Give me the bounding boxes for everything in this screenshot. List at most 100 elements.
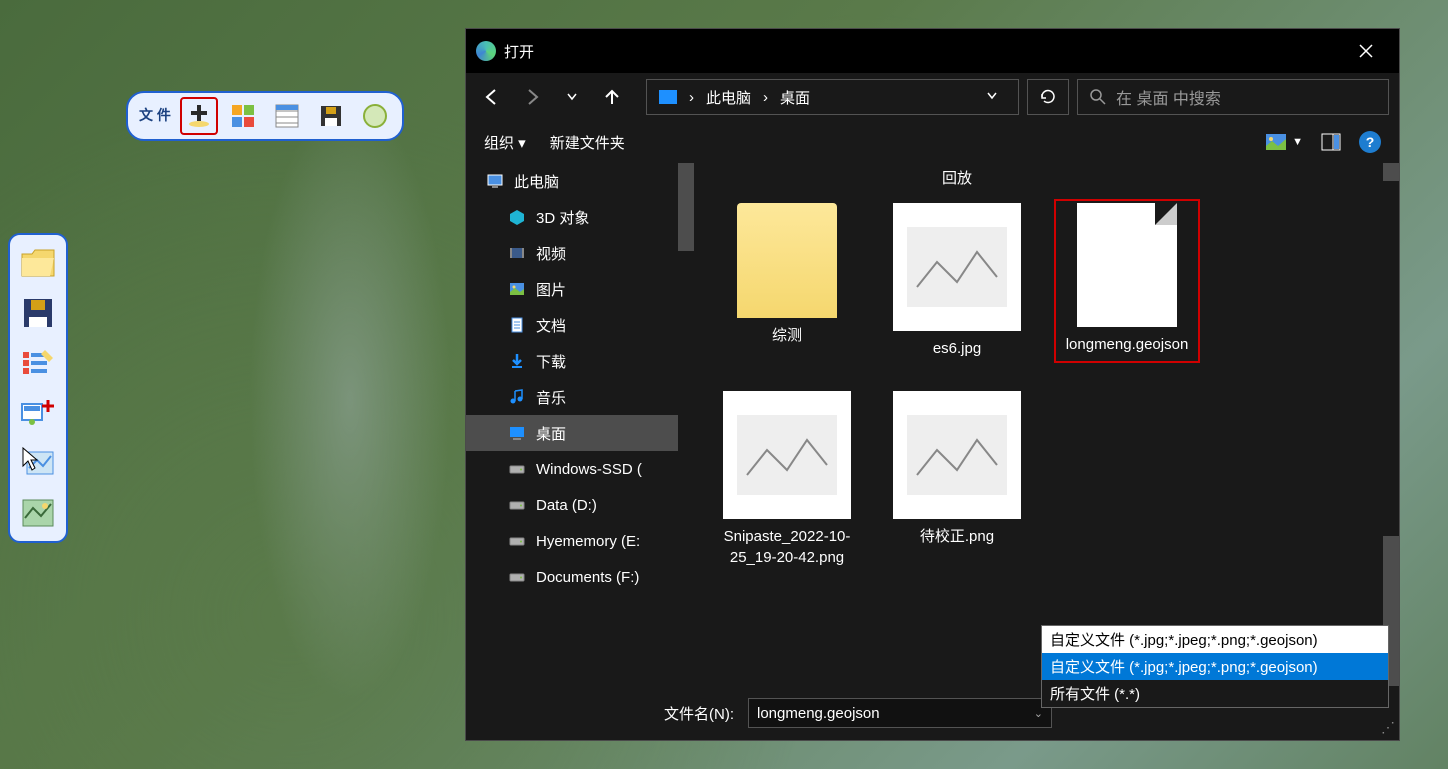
column-header[interactable]: 回放 bbox=[942, 167, 972, 188]
preview-pane-icon[interactable] bbox=[1321, 132, 1341, 152]
image-thumbnail bbox=[723, 391, 851, 519]
tree-item-label: Windows-SSD ( bbox=[536, 461, 642, 478]
tree-item-label: Documents (F:) bbox=[536, 569, 639, 586]
music-icon bbox=[508, 388, 526, 406]
cursor-image-icon bbox=[21, 446, 55, 480]
tree-item-8[interactable]: Windows-SSD ( bbox=[466, 451, 694, 487]
breadcrumb-sep: › bbox=[689, 89, 694, 106]
tree-item-label: 音乐 bbox=[536, 387, 566, 408]
help-button[interactable]: ? bbox=[1359, 131, 1381, 153]
tree-item-4[interactable]: 文档 bbox=[466, 307, 694, 343]
cursor-image-button[interactable] bbox=[16, 441, 60, 485]
address-bar[interactable]: › 此电脑 › 桌面 bbox=[646, 79, 1019, 115]
tree-item-6[interactable]: 音乐 bbox=[466, 379, 694, 415]
folder-tree: 此电脑3D 对象视频图片文档下载音乐桌面 Windows-SSD ( Data (D… bbox=[466, 163, 694, 686]
tree-item-label: 视频 bbox=[536, 243, 566, 264]
resize-grip[interactable]: ⋰ bbox=[1381, 719, 1395, 736]
open-folder-button[interactable] bbox=[16, 241, 60, 285]
save-icon bbox=[319, 104, 343, 128]
edit-list-icon bbox=[21, 348, 55, 378]
filename-value: longmeng.geojson bbox=[757, 705, 880, 722]
file-name: Snipaste_2022-10-25_19-20-42.png bbox=[718, 527, 856, 568]
file-item-0[interactable]: 综测 bbox=[714, 199, 860, 363]
grid-button[interactable] bbox=[224, 97, 262, 135]
filename-dropdown[interactable]: ⌄ bbox=[1034, 707, 1043, 720]
file-item-2[interactable]: longmeng.geojson bbox=[1054, 199, 1200, 363]
tree-item-2[interactable]: 视频 bbox=[466, 235, 694, 271]
file-item-3[interactable]: Snipaste_2022-10-25_19-20-42.png bbox=[714, 387, 860, 572]
file-item-1[interactable]: es6.jpg bbox=[884, 199, 1030, 363]
breadcrumb-desktop[interactable]: 桌面 bbox=[780, 87, 810, 108]
file-name: 待校正.png bbox=[920, 527, 994, 547]
breadcrumb-sep: › bbox=[763, 89, 768, 106]
map-image-button[interactable] bbox=[16, 491, 60, 535]
files-scrollbar bbox=[1383, 163, 1399, 686]
map-image-icon bbox=[21, 498, 55, 528]
organize-row: 组织 ▾ 新建文件夹 ▼ ? bbox=[466, 121, 1399, 163]
table-icon bbox=[274, 103, 300, 129]
files-pane: 回放 综测 es6.jpg longmeng.geojson Snipaste_202… bbox=[694, 163, 1399, 686]
search-icon bbox=[1090, 89, 1106, 105]
tree-item-label: Data (D:) bbox=[536, 497, 597, 514]
close-button[interactable] bbox=[1343, 35, 1389, 67]
arrow-up-icon bbox=[603, 88, 621, 106]
dialog-title-text: 打开 bbox=[504, 41, 534, 62]
drive-icon bbox=[508, 496, 526, 514]
drive-icon bbox=[508, 568, 526, 586]
save-button[interactable] bbox=[312, 97, 350, 135]
circle-button[interactable] bbox=[356, 97, 394, 135]
filter-option-all[interactable]: 所有文件 (*.*) bbox=[1042, 680, 1388, 707]
up-button[interactable] bbox=[596, 81, 628, 113]
tree-item-3[interactable]: 图片 bbox=[466, 271, 694, 307]
tree-item-7[interactable]: 桌面 bbox=[466, 415, 694, 451]
file-name: es6.jpg bbox=[933, 339, 981, 359]
tree-item-9[interactable]: Data (D:) bbox=[466, 487, 694, 523]
breadcrumb-pc[interactable]: 此电脑 bbox=[706, 87, 751, 108]
video-icon bbox=[508, 244, 526, 262]
tree-item-5[interactable]: 下载 bbox=[466, 343, 694, 379]
tree-item-1[interactable]: 3D 对象 bbox=[466, 199, 694, 235]
view-mode-button[interactable]: ▼ bbox=[1266, 134, 1303, 150]
back-button[interactable] bbox=[476, 81, 508, 113]
file-menu-label: 文 件 bbox=[139, 108, 171, 123]
address-dropdown[interactable] bbox=[978, 89, 1006, 106]
filename-input[interactable]: longmeng.geojson ⌄ bbox=[748, 698, 1052, 728]
add-layer-button[interactable] bbox=[180, 97, 218, 135]
tree-scrollbar-thumb[interactable] bbox=[678, 163, 694, 251]
refresh-button[interactable] bbox=[1027, 79, 1069, 115]
scroll-up-button[interactable] bbox=[1383, 163, 1399, 181]
drive-icon bbox=[508, 532, 526, 550]
tree-item-0[interactable]: 此电脑 bbox=[466, 163, 694, 199]
picture-icon bbox=[1266, 134, 1286, 150]
close-icon bbox=[1359, 44, 1373, 58]
tree-item-label: 文档 bbox=[536, 315, 566, 336]
desktop-icon bbox=[508, 424, 526, 442]
forward-button[interactable] bbox=[516, 81, 548, 113]
circle-icon bbox=[362, 103, 388, 129]
tree-item-11[interactable]: Documents (F:) bbox=[466, 559, 694, 595]
file-name: longmeng.geojson bbox=[1066, 335, 1189, 355]
search-input[interactable]: 在 桌面 中搜索 bbox=[1077, 79, 1389, 115]
dialog-titlebar: 打开 bbox=[466, 29, 1399, 73]
pc-icon bbox=[486, 172, 504, 190]
table-button[interactable] bbox=[268, 97, 306, 135]
filter-current[interactable]: 自定义文件 (*.jpg;*.jpeg;*.png;*.geojson) bbox=[1042, 626, 1388, 653]
add-point-icon bbox=[20, 398, 56, 428]
new-folder-button[interactable]: 新建文件夹 bbox=[550, 132, 625, 153]
tree-item-label: Hyememory (E: bbox=[536, 533, 640, 550]
download-icon bbox=[508, 352, 526, 370]
edit-list-button[interactable] bbox=[16, 341, 60, 385]
plus-icon bbox=[185, 102, 213, 130]
search-placeholder: 在 桌面 中搜索 bbox=[1116, 85, 1221, 109]
organize-button[interactable]: 组织 ▾ bbox=[484, 132, 526, 153]
file-item-4[interactable]: 待校正.png bbox=[884, 387, 1030, 572]
history-button[interactable] bbox=[556, 81, 588, 113]
arrow-right-icon bbox=[523, 88, 541, 106]
filter-option-custom[interactable]: 自定义文件 (*.jpg;*.jpeg;*.png;*.geojson) bbox=[1042, 653, 1388, 680]
side-save-button[interactable] bbox=[16, 291, 60, 335]
file-menu-button[interactable]: 文 件 bbox=[136, 97, 174, 135]
tree-item-label: 桌面 bbox=[536, 423, 566, 444]
top-toolbar: 文 件 bbox=[126, 91, 404, 141]
add-point-button[interactable] bbox=[16, 391, 60, 435]
tree-item-10[interactable]: Hyememory (E: bbox=[466, 523, 694, 559]
